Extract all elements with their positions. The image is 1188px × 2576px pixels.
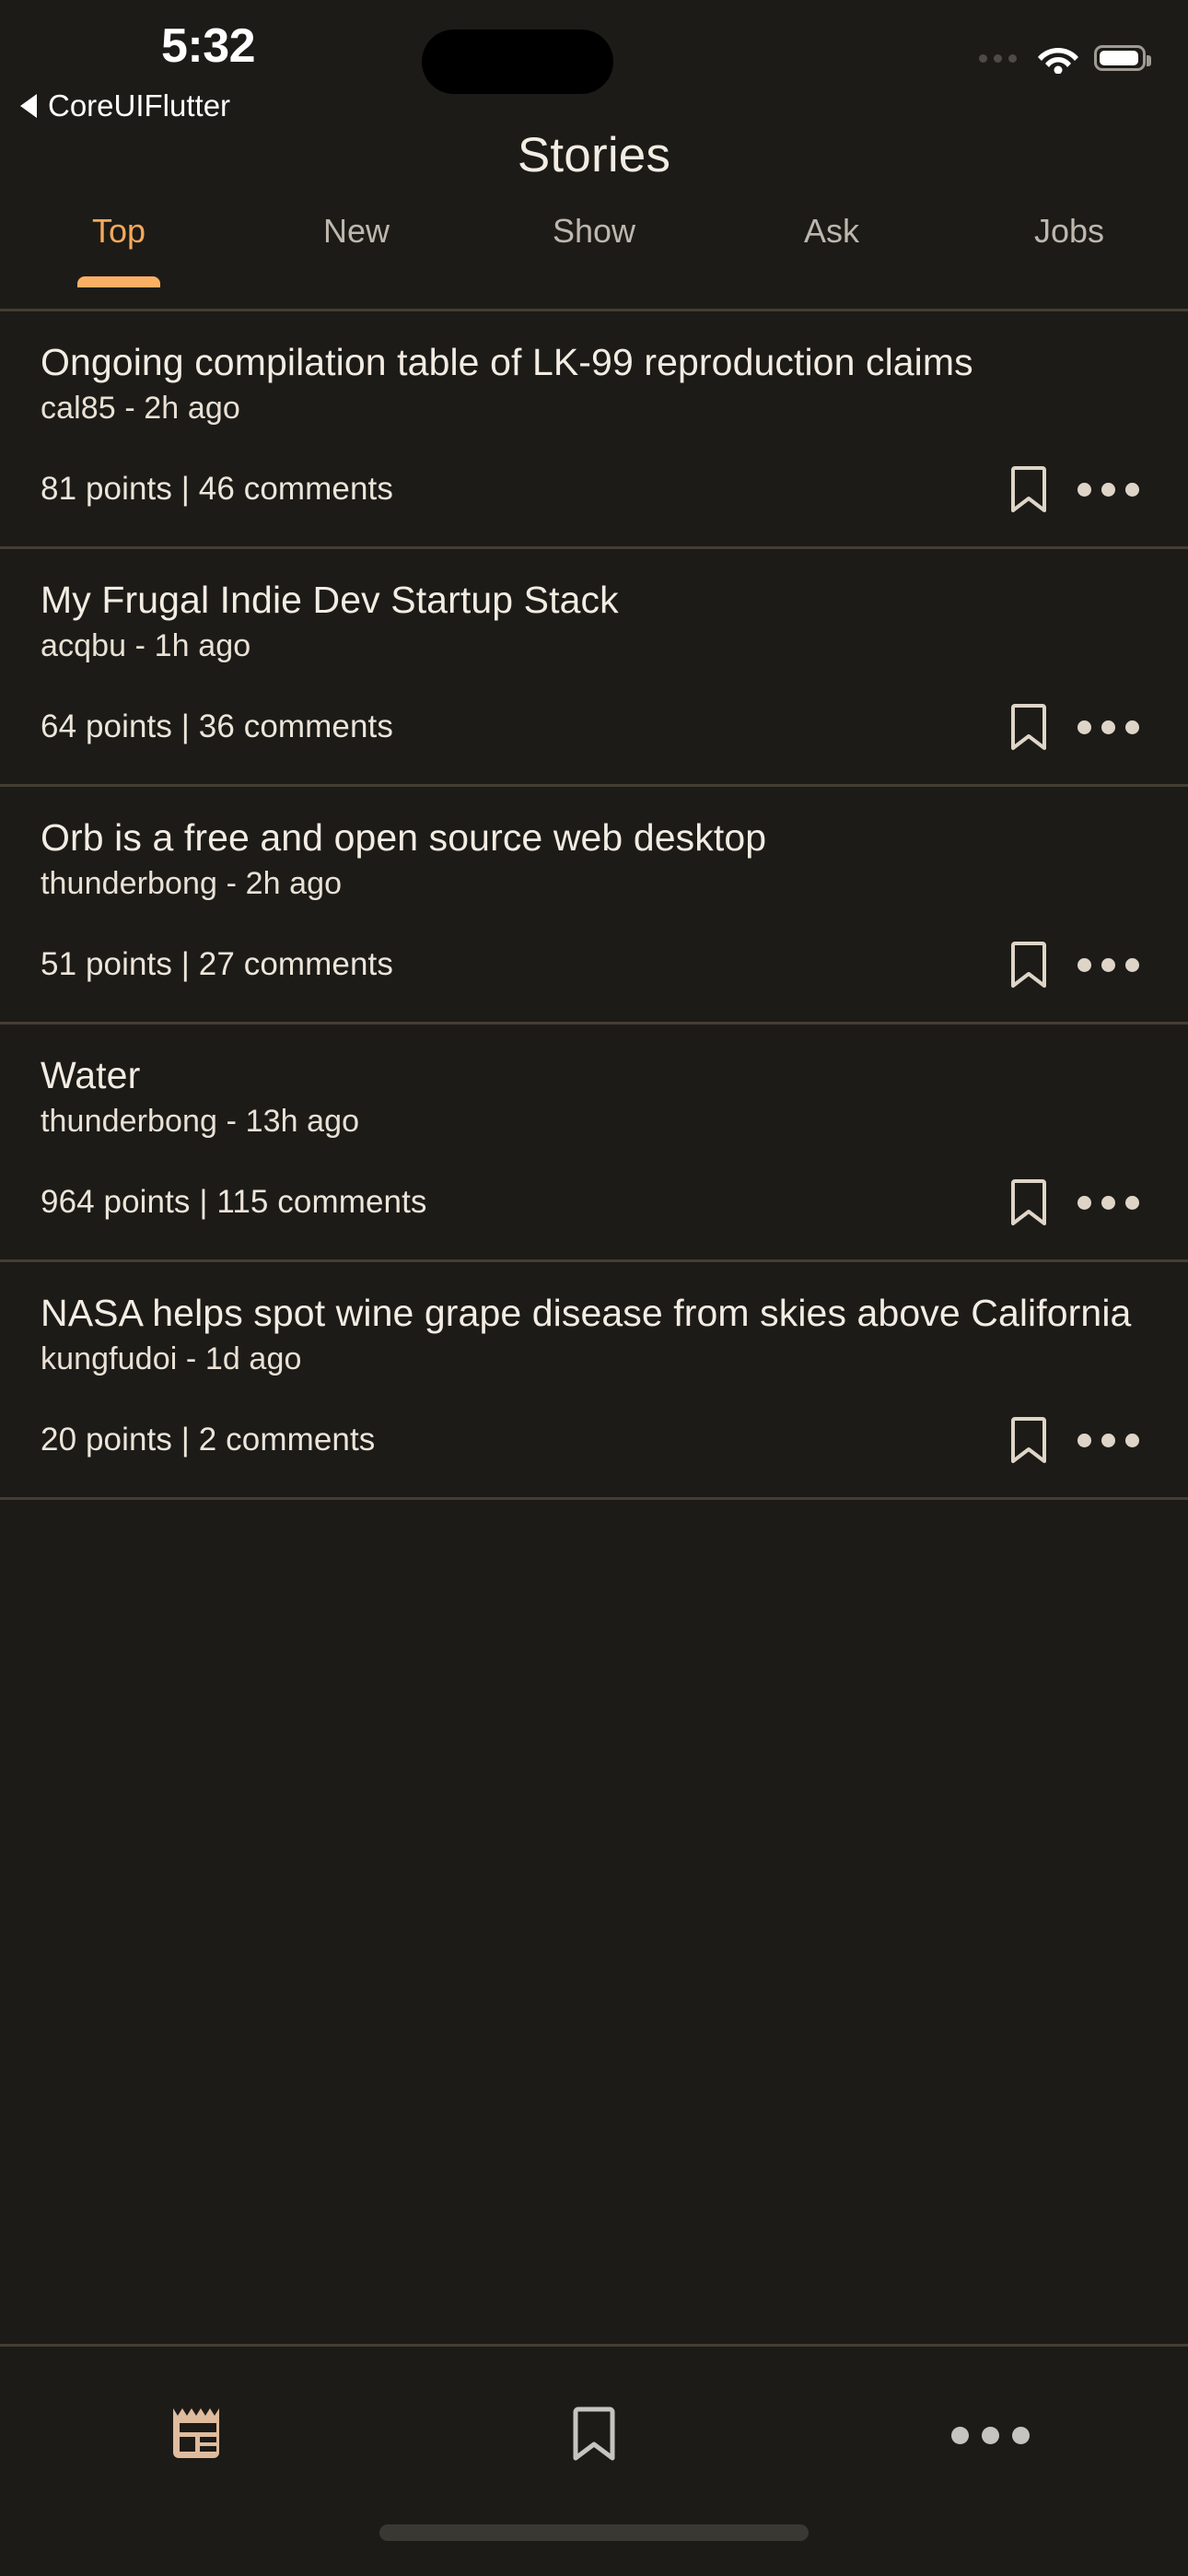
tab-ask-label: Ask <box>803 212 859 250</box>
back-caret-icon <box>20 94 37 118</box>
more-horizontal-icon[interactable] <box>1068 720 1147 734</box>
tab-jobs-label: Jobs <box>1033 212 1105 250</box>
story-title: Ongoing compilation table of LK-99 repro… <box>41 341 973 383</box>
story-item[interactable]: Orb is a free and open source web deskto… <box>0 787 1188 1022</box>
bottom-tab-bookmarks[interactable] <box>396 2406 792 2465</box>
tab-show[interactable]: Show <box>475 206 713 251</box>
tab-bar: Top New Show Ask Jobs <box>0 206 1188 311</box>
story-stats: 81 points | 46 comments <box>41 471 393 508</box>
bottom-tab-more[interactable] <box>792 2427 1188 2444</box>
status-indicators <box>979 42 1151 74</box>
story-stats: 20 points | 2 comments <box>41 1422 376 1458</box>
story-stats: 64 points | 36 comments <box>41 708 393 745</box>
app-screen: 5:32 CoreUIFlutter Stories Top New Show … <box>0 0 1188 2576</box>
story-meta: thunderbong - 13h ago <box>41 1104 360 1140</box>
more-horizontal-icon[interactable] <box>1068 1195 1147 1210</box>
story-meta: kungfudoi - 1d ago <box>41 1341 302 1377</box>
tab-active-underline <box>77 276 160 287</box>
tab-new-label: New <box>322 212 390 250</box>
tab-show-label: Show <box>552 212 636 250</box>
story-item[interactable]: My Frugal Indie Dev Startup Stack acqbu … <box>0 549 1188 784</box>
back-label: CoreUIFlutter <box>48 88 231 123</box>
home-indicator-area <box>0 2524 1188 2576</box>
story-item[interactable]: NASA helps spot wine grape disease from … <box>0 1262 1188 1497</box>
tab-top[interactable]: Top <box>0 206 238 287</box>
story-footer: 81 points | 46 comments <box>41 465 1147 546</box>
story-footer: 51 points | 27 comments <box>41 941 1147 1022</box>
list-divider <box>0 1497 1188 1501</box>
bottom-navigation <box>0 2344 1188 2524</box>
story-title: Orb is a free and open source web deskto… <box>41 816 767 860</box>
more-horizontal-icon <box>950 2427 1030 2444</box>
dynamic-island <box>422 29 613 94</box>
back-button[interactable]: CoreUIFlutter <box>20 88 230 123</box>
story-title: NASA helps spot wine grape disease from … <box>41 1292 1132 1335</box>
more-horizontal-icon[interactable] <box>1068 957 1147 972</box>
story-footer: 964 points | 115 comments <box>41 1178 1147 1259</box>
story-item[interactable]: Water thunderbong - 13h ago 964 points |… <box>0 1025 1188 1259</box>
more-horizontal-icon[interactable] <box>1068 1433 1147 1447</box>
story-footer: 64 points | 36 comments <box>41 703 1147 784</box>
signal-dots-icon <box>979 53 1017 63</box>
story-stats: 51 points | 27 comments <box>41 946 393 983</box>
status-time: 5:32 <box>161 19 256 73</box>
story-stats: 964 points | 115 comments <box>41 1184 427 1221</box>
wifi-icon <box>1037 42 1079 74</box>
bookmark-icon[interactable] <box>989 1416 1068 1464</box>
more-horizontal-icon[interactable] <box>1068 482 1147 497</box>
home-indicator[interactable] <box>379 2524 809 2541</box>
story-meta: cal85 - 2h ago <box>41 391 240 427</box>
tab-new[interactable]: New <box>238 206 475 251</box>
bookmark-icon <box>572 2406 616 2465</box>
story-title: Water <box>41 1054 141 1097</box>
bookmark-icon[interactable] <box>989 941 1068 989</box>
bookmark-icon[interactable] <box>989 1178 1068 1226</box>
story-footer: 20 points | 2 comments <box>41 1416 1147 1497</box>
tab-top-label: Top <box>91 212 146 250</box>
story-meta: acqbu - 1h ago <box>41 628 251 664</box>
bookmark-icon[interactable] <box>989 465 1068 513</box>
tab-jobs[interactable]: Jobs <box>950 206 1188 251</box>
story-item[interactable]: Ongoing compilation table of LK-99 repro… <box>0 311 1188 546</box>
battery-icon <box>1094 45 1151 71</box>
status-bar: 5:32 CoreUIFlutter <box>0 0 1188 123</box>
story-meta: thunderbong - 2h ago <box>41 866 343 902</box>
news-article-icon <box>169 2406 227 2465</box>
bookmark-icon[interactable] <box>989 703 1068 751</box>
tab-ask[interactable]: Ask <box>713 206 950 251</box>
page-title-text: Stories <box>517 127 671 182</box>
bottom-tab-stories[interactable] <box>0 2406 396 2465</box>
story-list: Ongoing compilation table of LK-99 repro… <box>0 311 1188 2344</box>
story-title: My Frugal Indie Dev Startup Stack <box>41 579 619 622</box>
